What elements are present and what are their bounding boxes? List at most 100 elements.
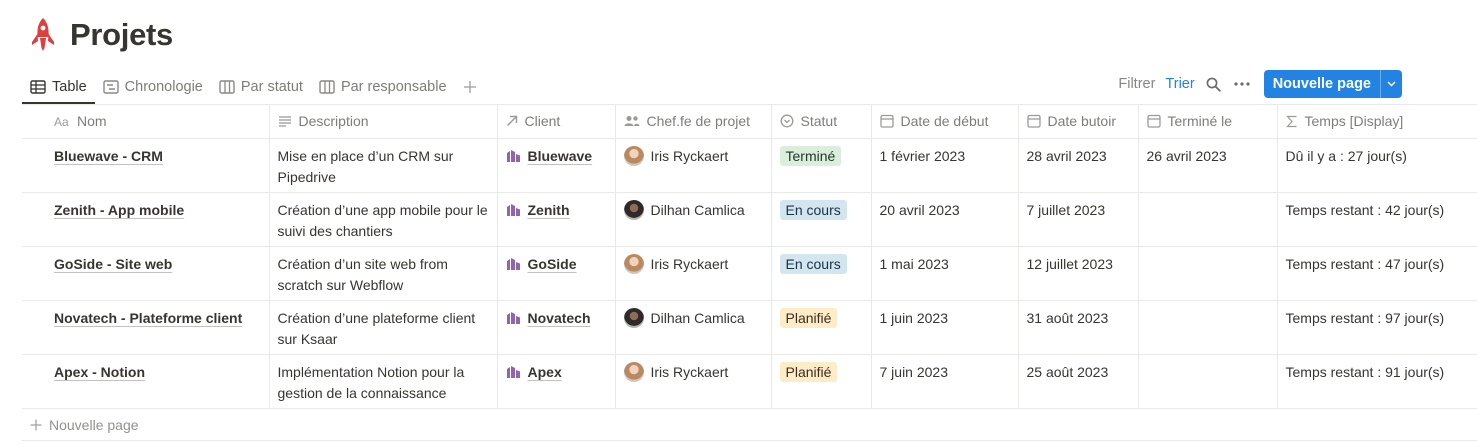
time-display: Temps restant : 42 jour(s) bbox=[1285, 201, 1445, 218]
cell-client[interactable]: Novatech bbox=[497, 300, 616, 355]
table-row[interactable]: Apex - Notion Implémentation Notion pour … bbox=[22, 354, 1477, 409]
search-button[interactable] bbox=[1200, 70, 1228, 98]
project-description: Création d’une plateforme client sur Ksa… bbox=[277, 309, 476, 347]
sort-button[interactable]: Trier bbox=[1160, 76, 1199, 92]
cell-date-de-debut[interactable]: 1 juin 2023 bbox=[871, 300, 1019, 355]
column-header-description[interactable]: Description bbox=[269, 105, 498, 139]
cell-termine-le[interactable]: 26 avril 2023 bbox=[1138, 138, 1278, 193]
column-label: Client bbox=[524, 113, 561, 130]
building-icon bbox=[506, 366, 520, 378]
cell-statut[interactable]: En cours bbox=[771, 192, 872, 247]
cell-statut[interactable]: Terminé bbox=[771, 138, 872, 193]
cell-nom[interactable]: Zenith - App mobile bbox=[22, 192, 270, 247]
time-display: Temps restant : 91 jour(s) bbox=[1285, 363, 1445, 380]
column-header-chef-de-projet[interactable]: Chef.fe de projet bbox=[615, 105, 772, 139]
cell-date-de-debut[interactable]: 7 juin 2023 bbox=[871, 354, 1019, 409]
tab-par-responsable[interactable]: Par responsable bbox=[311, 70, 455, 104]
cell-nom[interactable]: GoSide - Site web bbox=[22, 246, 270, 301]
cell-client[interactable]: Bluewave bbox=[497, 138, 616, 193]
due-date: 12 juillet 2023 bbox=[1026, 255, 1113, 272]
cell-termine-le[interactable] bbox=[1138, 246, 1278, 301]
cell-date-de-debut[interactable]: 1 mai 2023 bbox=[871, 246, 1019, 301]
column-header-temps[interactable]: Temps [Display] bbox=[1277, 105, 1477, 139]
client-link[interactable]: Novatech bbox=[506, 308, 607, 329]
avatar bbox=[623, 362, 644, 382]
cell-nom[interactable]: Apex - Notion bbox=[22, 354, 270, 409]
client-link[interactable]: GoSide bbox=[506, 254, 607, 275]
cell-description[interactable]: Création d’un site web from scratch sur … bbox=[269, 246, 498, 301]
cell-temps[interactable]: Temps restant : 97 jour(s) bbox=[1277, 300, 1477, 355]
lines-icon bbox=[278, 116, 291, 127]
add-row-button[interactable]: Nouvelle page bbox=[22, 409, 1477, 441]
tab-label: Table bbox=[52, 79, 87, 95]
tab-table[interactable]: Table bbox=[22, 70, 95, 104]
project-name[interactable]: Apex - Notion bbox=[54, 364, 145, 380]
table-row[interactable]: Novatech - Plateforme client Création d’u… bbox=[22, 300, 1477, 355]
plus-icon bbox=[30, 419, 42, 430]
project-name[interactable]: GoSide - Site web bbox=[54, 256, 172, 272]
column-label: Statut bbox=[800, 113, 838, 130]
cell-client[interactable]: Zenith bbox=[497, 192, 616, 247]
cell-description[interactable]: Création d’une plateforme client sur Ksa… bbox=[269, 300, 498, 355]
cell-nom[interactable]: Novatech - Plateforme client bbox=[22, 300, 270, 355]
cell-termine-le[interactable] bbox=[1138, 354, 1278, 409]
cell-statut[interactable]: En cours bbox=[771, 246, 872, 301]
cell-temps[interactable]: Temps restant : 47 jour(s) bbox=[1277, 246, 1477, 301]
cell-description[interactable]: Création d’une app mobile pour le suivi … bbox=[269, 192, 498, 247]
column-header-termine-le[interactable]: Terminé le bbox=[1138, 105, 1278, 139]
project-name[interactable]: Zenith - App mobile bbox=[54, 202, 184, 218]
cell-description[interactable]: Implémentation Notion pour la gestion de… bbox=[269, 354, 498, 409]
new-page-button[interactable]: Nouvelle page bbox=[1264, 70, 1380, 98]
project-name[interactable]: Novatech - Plateforme client bbox=[54, 310, 242, 326]
cell-statut[interactable]: Planifié bbox=[771, 354, 872, 409]
cell-termine-le[interactable] bbox=[1138, 300, 1278, 355]
board-icon bbox=[219, 80, 235, 94]
more-options-button[interactable] bbox=[1228, 70, 1256, 98]
cell-client[interactable]: GoSide bbox=[497, 246, 616, 301]
client-link[interactable]: Zenith bbox=[506, 200, 607, 221]
cell-chef-de-projet[interactable]: Iris Ryckaert bbox=[615, 354, 772, 409]
column-header-date-de-debut[interactable]: Date de début bbox=[871, 105, 1019, 139]
cell-temps[interactable]: Temps restant : 42 jour(s) bbox=[1277, 192, 1477, 247]
column-header-date-butoir[interactable]: Date butoir bbox=[1018, 105, 1139, 139]
cell-date-butoir[interactable]: 28 avril 2023 bbox=[1018, 138, 1139, 193]
project-name[interactable]: Bluewave - CRM bbox=[54, 148, 163, 164]
cell-client[interactable]: Apex bbox=[497, 354, 616, 409]
start-date: 7 juin 2023 bbox=[879, 363, 949, 380]
cell-chef-de-projet[interactable]: Iris Ryckaert bbox=[615, 138, 772, 193]
filter-button[interactable]: Filtrer bbox=[1113, 76, 1160, 92]
cell-date-de-debut[interactable]: 20 avril 2023 bbox=[871, 192, 1019, 247]
column-header-nom[interactable]: Aa Nom bbox=[22, 105, 270, 139]
status-badge: En cours bbox=[779, 253, 847, 274]
cell-statut[interactable]: Planifié bbox=[771, 300, 872, 355]
cell-description[interactable]: Mise en place d’un CRM sur Pipedrive bbox=[269, 138, 498, 193]
person-chip: Iris Ryckaert bbox=[623, 254, 763, 275]
table-row[interactable]: Zenith - App mobile Création d’une app mo… bbox=[22, 192, 1477, 247]
cell-temps[interactable]: Dû il y a : 27 jour(s) bbox=[1277, 138, 1477, 193]
column-header-statut[interactable]: Statut bbox=[771, 105, 872, 139]
cell-date-butoir[interactable]: 31 août 2023 bbox=[1018, 300, 1139, 355]
new-page-dropdown-button[interactable] bbox=[1380, 70, 1402, 98]
add-view-button[interactable] bbox=[459, 70, 481, 104]
cell-termine-le[interactable] bbox=[1138, 192, 1278, 247]
client-link[interactable]: Apex bbox=[506, 362, 607, 383]
column-header-client[interactable]: Client bbox=[497, 105, 616, 139]
cell-date-butoir[interactable]: 7 juillet 2023 bbox=[1018, 192, 1139, 247]
client-link[interactable]: Bluewave bbox=[506, 146, 607, 167]
tab-par-statut[interactable]: Par statut bbox=[211, 70, 311, 104]
calendar-icon bbox=[1146, 115, 1161, 128]
cell-chef-de-projet[interactable]: Iris Ryckaert bbox=[615, 246, 772, 301]
cell-date-butoir[interactable]: 12 juillet 2023 bbox=[1018, 246, 1139, 301]
cell-nom[interactable]: Bluewave - CRM bbox=[22, 138, 270, 193]
cell-date-butoir[interactable]: 25 août 2023 bbox=[1018, 354, 1139, 409]
table-row[interactable]: GoSide - Site web Création d’un site web … bbox=[22, 246, 1477, 301]
calendar-icon bbox=[1026, 115, 1041, 128]
cell-chef-de-projet[interactable]: Dilhan Camlica bbox=[615, 192, 772, 247]
cell-temps[interactable]: Temps restant : 91 jour(s) bbox=[1277, 354, 1477, 409]
cell-date-de-debut[interactable]: 1 février 2023 bbox=[871, 138, 1019, 193]
table-row[interactable]: Bluewave - CRM Mise en place d’un CRM sur… bbox=[22, 138, 1477, 193]
cell-chef-de-projet[interactable]: Dilhan Camlica bbox=[615, 300, 772, 355]
rocket-icon[interactable] bbox=[30, 17, 56, 53]
tab-chronologie[interactable]: Chronologie bbox=[95, 70, 211, 104]
person-name: Iris Ryckaert bbox=[650, 147, 729, 164]
